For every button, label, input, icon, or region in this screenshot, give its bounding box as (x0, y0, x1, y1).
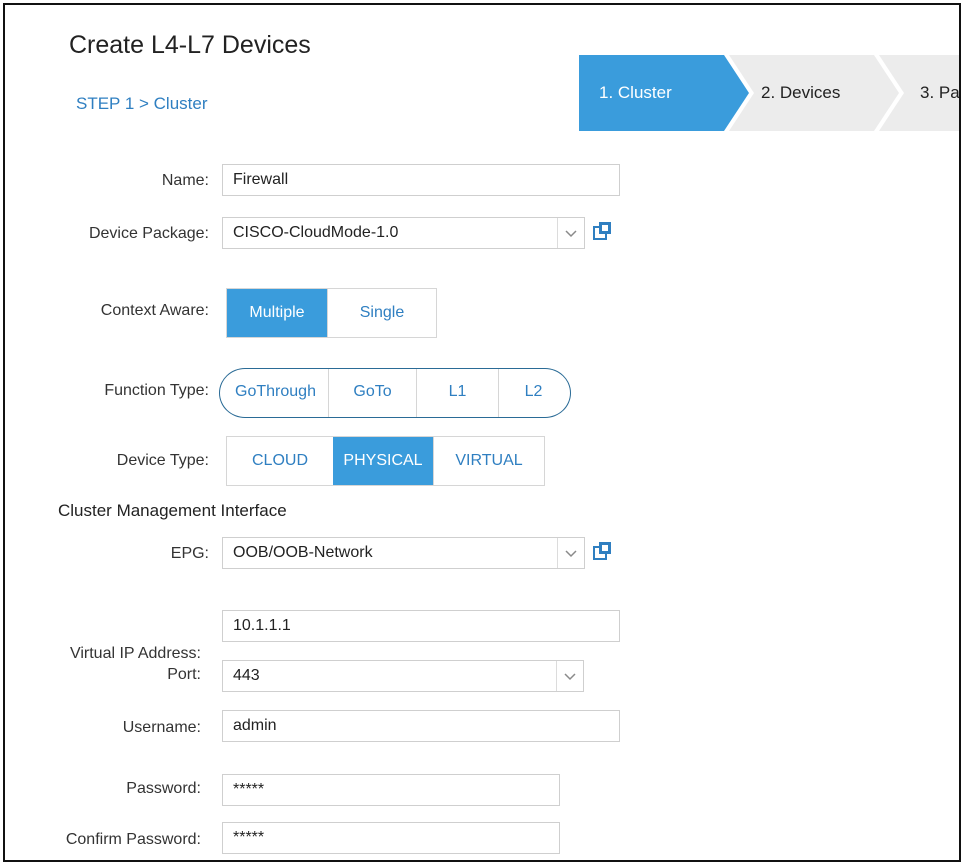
username-label: Username: (122, 719, 201, 736)
context-aware-label: Context Aware: (100, 302, 209, 319)
device-virtual-option[interactable]: VIRTUAL (433, 437, 544, 485)
function-goto-option[interactable]: GoTo (328, 368, 416, 418)
device-package-label: Device Package: (88, 225, 209, 242)
function-l1-option[interactable]: L1 (416, 368, 498, 418)
password-field[interactable]: ***** (222, 774, 560, 806)
device-type-label: Device Type: (116, 452, 209, 469)
context-single-option[interactable]: Single (327, 289, 436, 337)
name-label: Name: (161, 172, 209, 189)
function-gothrough-option[interactable]: GoThrough (223, 368, 328, 418)
page-title: Create L4-L7 Devices (69, 31, 311, 59)
device-physical-option[interactable]: PHYSICAL (333, 437, 433, 485)
epg-select[interactable]: OOB/OOB-Network (222, 537, 585, 569)
wizard-step-2[interactable]: 2. Devices (729, 55, 899, 131)
virtual-ip-field[interactable]: 10.1.1.1 (222, 610, 620, 642)
confirm-password-label: Confirm Password: (65, 831, 201, 848)
password-label: Password: (126, 780, 201, 797)
epg-value: OOB/OOB-Network (233, 544, 373, 561)
epg-label: EPG: (170, 545, 209, 562)
wizard-step-1[interactable]: 1. Cluster (579, 55, 749, 131)
device-package-value: CISCO-CloudMode-1.0 (233, 224, 399, 241)
function-type-toggle: GoThrough GoTo L1 L2 (223, 368, 568, 418)
cluster-management-heading: Cluster Management Interface (58, 501, 287, 520)
breadcrumb: STEP 1 > Cluster (76, 94, 208, 113)
port-select[interactable]: 443 (222, 660, 584, 692)
port-value: 443 (233, 667, 260, 684)
chevron-down-icon[interactable] (557, 218, 584, 248)
chevron-down-icon[interactable] (557, 538, 584, 568)
wizard-steps: 3. Pa 2. Devices 1. Cluster (579, 55, 959, 131)
device-package-select[interactable]: CISCO-CloudMode-1.0 (222, 217, 585, 249)
username-field[interactable]: admin (222, 710, 620, 742)
dialog-frame: Create L4-L7 Devices STEP 1 > Cluster 3.… (3, 3, 961, 862)
confirm-password-field[interactable]: ***** (222, 822, 560, 854)
function-type-label: Function Type: (104, 382, 209, 399)
virtual-ip-label: Virtual IP Address: (69, 645, 201, 662)
device-cloud-option[interactable]: CLOUD (227, 437, 333, 485)
function-l2-option[interactable]: L2 (498, 368, 568, 418)
open-external-icon[interactable] (593, 541, 613, 561)
port-label: Port: (167, 666, 201, 683)
chevron-down-icon[interactable] (556, 661, 583, 691)
context-aware-toggle: Multiple Single (226, 288, 437, 338)
name-field[interactable]: Firewall (222, 164, 620, 196)
context-multiple-option[interactable]: Multiple (227, 289, 327, 337)
open-external-icon[interactable] (593, 221, 613, 241)
device-type-toggle: CLOUD PHYSICAL VIRTUAL (226, 436, 545, 486)
